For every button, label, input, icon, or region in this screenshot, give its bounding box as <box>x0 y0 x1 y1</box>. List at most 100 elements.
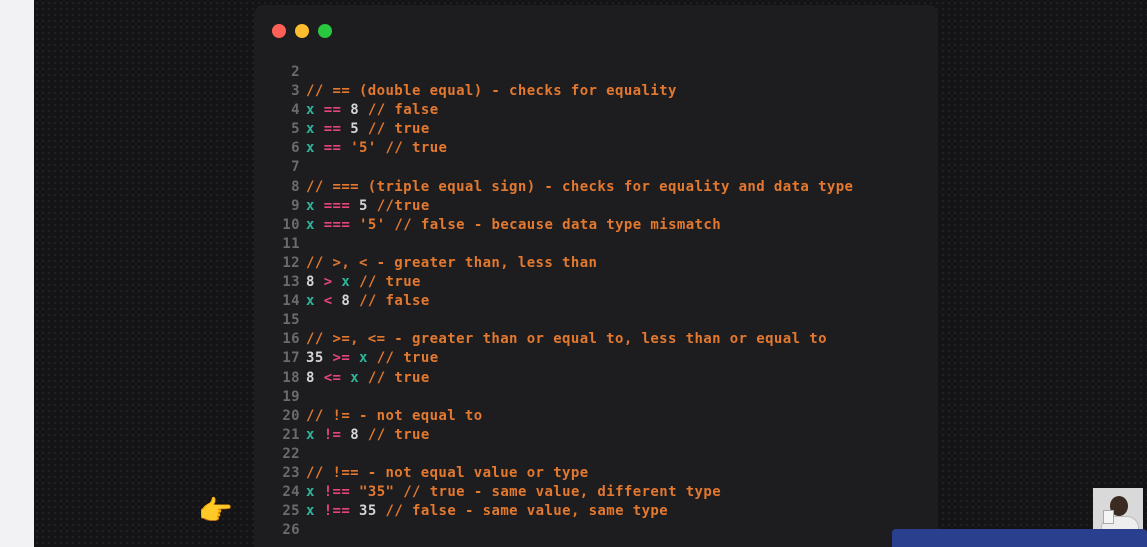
maximize-dot-icon <box>318 24 332 38</box>
code-line: 22 <box>272 445 928 464</box>
code-line: 21 x != 8 // true <box>272 426 928 445</box>
line-number: 18 <box>282 369 300 386</box>
code-token: // true - same value, different type <box>403 484 722 501</box>
code-line: 26 <box>272 521 928 540</box>
line-number: 15 <box>282 312 300 329</box>
code-token: 8 <box>306 274 315 291</box>
code-line: 12 // >, < - greater than, less than <box>272 254 928 273</box>
code-token: < <box>323 293 333 310</box>
code-token: x <box>350 369 360 386</box>
code-token: // >=, <= - greater than or equal to, le… <box>306 331 827 348</box>
code-line: 18 8 <= x // true <box>272 369 928 388</box>
line-number: 9 <box>291 197 300 214</box>
code-token: //true <box>376 197 430 214</box>
line-number: 4 <box>291 102 300 119</box>
code-line: 15 <box>272 311 928 330</box>
code-line: 11 <box>272 235 928 254</box>
code-block: 2 3 // == (double equal) - checks for equa… <box>272 63 928 540</box>
line-number: 2 <box>291 64 300 80</box>
code-line: 10 x === '5' // false - because data type… <box>272 216 928 235</box>
code-token: x <box>306 121 315 138</box>
code-line: 13 8 > x // true <box>272 273 928 292</box>
code-token: 5 <box>350 121 360 138</box>
code-line: 9x === 5 //true <box>272 197 928 216</box>
line-number: 13 <box>282 274 300 291</box>
code-token: === <box>323 216 351 233</box>
code-token: > <box>323 274 333 291</box>
code-token: // == (double equal) - checks for equali… <box>306 83 677 100</box>
code-token: // true <box>367 369 430 386</box>
line-number: 19 <box>282 388 300 405</box>
code-token: '5' <box>350 140 377 157</box>
code-token: x <box>306 140 315 157</box>
code-token: !== <box>323 484 351 501</box>
window-controls <box>272 24 332 38</box>
code-line: 3 // == (double equal) - checks for equal… <box>272 82 928 101</box>
minimize-dot-icon <box>295 24 309 38</box>
line-number: 14 <box>282 293 300 310</box>
code-token: // true <box>376 350 439 367</box>
code-line: 23 // !== - not equal value or type <box>272 464 928 483</box>
line-number: 3 <box>291 83 300 100</box>
line-number: 5 <box>291 121 300 138</box>
code-editor-window: 2 3 // == (double equal) - checks for equa… <box>254 5 938 547</box>
code-token: // false - because data type mismatch <box>394 216 722 233</box>
code-token: x <box>359 350 368 367</box>
code-token: x <box>306 216 315 233</box>
code-token: x <box>306 293 315 310</box>
code-token: x <box>306 102 315 119</box>
code-token: == <box>323 121 342 138</box>
code-token: >= <box>332 350 351 367</box>
code-token: x <box>341 274 351 291</box>
line-number: 20 <box>282 407 300 424</box>
line-number: 16 <box>282 331 300 348</box>
code-token: // false - same value, same type <box>385 503 669 520</box>
code-line: 25 x !== 35 // false - same value, same t… <box>272 502 928 521</box>
line-number: 6 <box>291 140 300 157</box>
code-token: x <box>306 426 315 443</box>
code-token: // false <box>367 102 439 119</box>
video-frame: 2 3 // == (double equal) - checks for equa… <box>34 0 1147 547</box>
code-line: 14 x < 8 // false <box>272 292 928 311</box>
code-token: // false <box>359 293 430 310</box>
code-token: <= <box>323 369 342 386</box>
line-number: 10 <box>282 216 300 233</box>
line-number: 8 <box>291 178 300 195</box>
code-token: 35 <box>359 503 377 520</box>
code-line: 2 <box>272 63 928 82</box>
code-token: === <box>323 197 351 214</box>
code-line: 16 // >=, <= - greater than or equal to, … <box>272 330 928 349</box>
line-number: 11 <box>282 235 300 252</box>
cup-icon <box>1103 510 1114 524</box>
code-token: 8 <box>306 369 315 386</box>
code-token: 5 <box>359 197 368 214</box>
code-token: // true <box>367 121 430 138</box>
video-overlay-bar <box>892 529 1147 547</box>
code-token: // >, < - greater than, less than <box>306 254 598 271</box>
code-line: 6x == '5' // true <box>272 139 928 158</box>
code-line: 5x == 5 // true <box>272 120 928 139</box>
